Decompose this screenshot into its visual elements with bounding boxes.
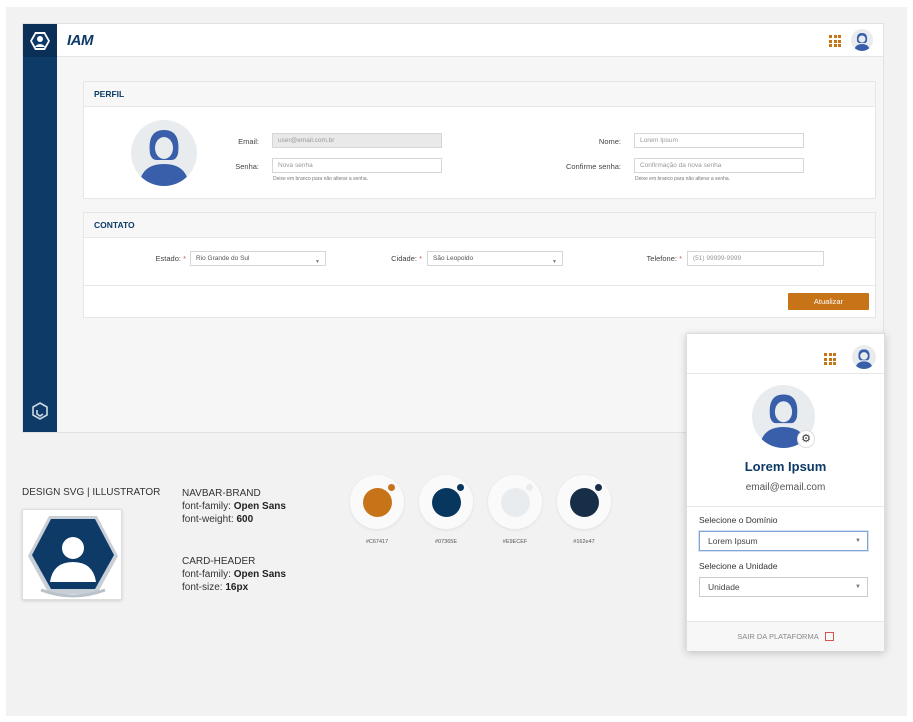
gear-icon[interactable]: ⚙ xyxy=(797,430,815,448)
unit-label: Selecione a Unidade xyxy=(699,561,778,571)
sidebar-logo[interactable] xyxy=(23,24,57,57)
panel-user-email: email@email.com xyxy=(745,482,826,493)
swatch-label: #E9ECEF xyxy=(502,539,528,545)
telefone-label: Telefone: * xyxy=(646,254,682,263)
contato-card-header: CONTATO xyxy=(84,213,875,238)
senha-label: Senha: xyxy=(235,162,259,171)
apps-grid-icon[interactable] xyxy=(829,35,841,47)
navbar-brand[interactable]: IAM xyxy=(67,32,94,49)
swatch-blue xyxy=(419,475,473,529)
perfil-card: PERFIL Email: user@email.com.br Senha: N… xyxy=(83,81,876,199)
senha-field[interactable]: Nova senha xyxy=(272,158,442,173)
panel-user-name: Lorem Ipsum xyxy=(744,459,827,474)
logo-preview xyxy=(22,509,122,600)
chevron-down-icon: ▼ xyxy=(552,259,557,265)
user-avatar-icon xyxy=(139,130,189,186)
unit-select[interactable]: Unidade ▼ xyxy=(699,577,868,597)
confirme-label: Confirme senha: xyxy=(565,162,621,171)
email-field[interactable]: user@email.com.br xyxy=(272,133,442,148)
nome-field[interactable]: Lorem Ipsum xyxy=(634,133,804,148)
swatch-light xyxy=(488,475,542,529)
email-label: Email: xyxy=(238,137,259,146)
design-logo-title: DESIGN SVG | ILLUSTRATOR xyxy=(22,487,161,498)
domain-label: Selecione o Domínio xyxy=(699,515,778,525)
update-button[interactable]: Atualizar xyxy=(788,293,869,310)
senha-hint: Deixe em branco para não alterar a senha… xyxy=(273,176,369,182)
user-dropdown-panel: ⚙ Lorem Ipsum email@email.com Selecione … xyxy=(686,333,885,651)
domain-select[interactable]: Lorem Ipsum ▼ xyxy=(699,531,868,551)
estado-select[interactable]: Rio Grande do Sul ▼ xyxy=(190,251,326,266)
card-header-note: CARD-HEADER font-family: Open Sans font-… xyxy=(182,556,286,593)
estado-label: Estado: * xyxy=(155,254,186,263)
profile-avatar xyxy=(131,120,197,186)
nome-label: Nome: xyxy=(598,137,621,146)
swatch-label: #07365E xyxy=(434,539,458,545)
cidade-label: Cidade: * xyxy=(391,254,422,263)
telefone-field[interactable]: (51) 99999-9999 xyxy=(687,251,824,266)
user-avatar-icon[interactable] xyxy=(852,345,876,369)
panel-divider xyxy=(687,506,884,507)
perfil-card-header: PERFIL xyxy=(84,82,875,107)
card-divider xyxy=(84,285,875,286)
cidade-select[interactable]: São Leopoldo ▼ xyxy=(427,251,563,266)
swatch-dark xyxy=(557,475,611,529)
sidebar xyxy=(23,24,57,432)
confirme-field[interactable]: Confirmação da nova senha xyxy=(634,158,804,173)
navbar-brand-note: NAVBAR-BRAND font-family: Open Sans font… xyxy=(182,488,286,525)
confirme-hint: Deixe em branco para não alterar a senha… xyxy=(635,176,731,182)
logo-icon xyxy=(28,516,118,598)
user-avatar-icon[interactable] xyxy=(851,29,873,51)
panel-topbar xyxy=(687,334,884,374)
apps-grid-icon[interactable] xyxy=(824,353,836,365)
top-navbar: IAM xyxy=(57,24,883,57)
exit-icon xyxy=(824,631,834,641)
logout-button[interactable]: SAIR DA PLATAFORMA xyxy=(687,621,884,651)
swatch-label: #162e47 xyxy=(573,539,595,545)
chevron-down-icon: ▼ xyxy=(855,538,861,544)
chevron-down-icon: ▼ xyxy=(315,259,320,265)
user-avatar-icon xyxy=(30,31,50,50)
logo-icon xyxy=(32,402,48,420)
contato-card: CONTATO Estado: * Rio Grande do Sul ▼ Cid… xyxy=(83,212,876,318)
swatch-orange xyxy=(350,475,404,529)
chevron-down-icon: ▼ xyxy=(855,584,861,590)
swatch-label: #C67417 xyxy=(365,539,389,545)
